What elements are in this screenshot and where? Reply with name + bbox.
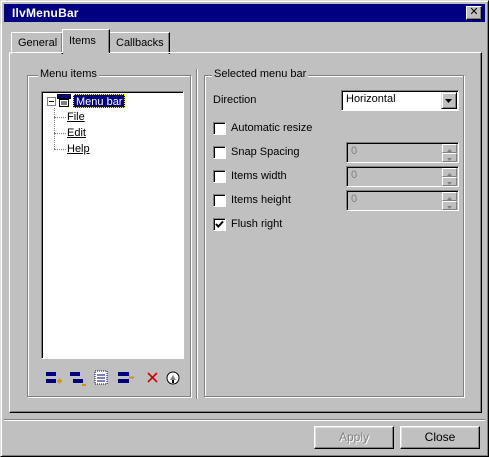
tab-callbacks[interactable]: Callbacks [109, 32, 170, 54]
window-title: IlvMenuBar [12, 6, 79, 20]
close-icon: ✕ [469, 6, 479, 18]
footer-separator [4, 419, 485, 421]
tab-general-label: General [18, 37, 58, 49]
tab-general[interactable]: General [11, 32, 63, 54]
tab-active-gap [63, 52, 109, 54]
close-button[interactable]: Close [400, 426, 480, 449]
close-window-button[interactable]: ✕ [466, 6, 482, 20]
tab-panel [9, 52, 482, 413]
tab-items[interactable]: Items [62, 29, 110, 53]
apply-button[interactable]: Apply [314, 426, 394, 449]
tab-callbacks-label: Callbacks [116, 37, 164, 49]
dialog-window: IlvMenuBar ✕ General Items Callbacks Men… [0, 0, 489, 457]
tab-items-label: Items [69, 35, 96, 47]
title-bar[interactable]: IlvMenuBar ✕ [4, 4, 485, 22]
